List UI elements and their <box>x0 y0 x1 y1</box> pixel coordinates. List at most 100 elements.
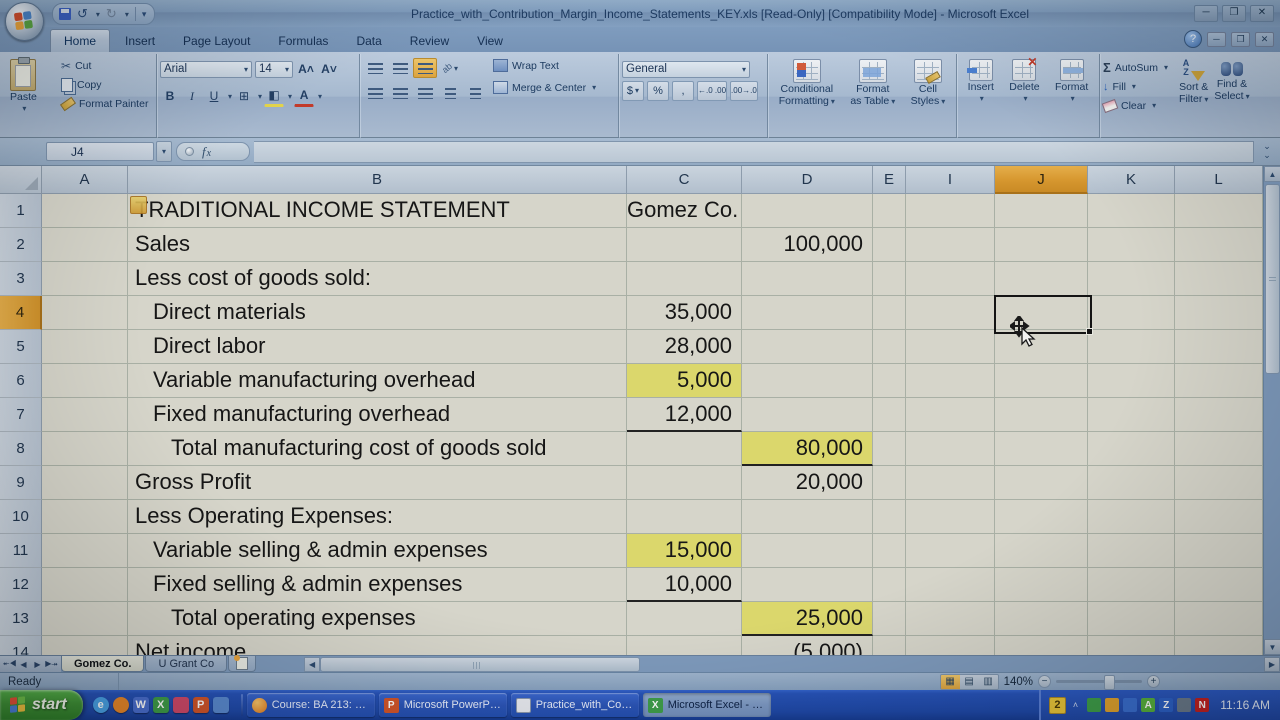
cell-K1[interactable] <box>1088 194 1175 228</box>
word-icon[interactable]: W <box>133 697 149 713</box>
cell-E9[interactable] <box>873 466 906 500</box>
cell-I1[interactable] <box>906 194 995 228</box>
conditional-formatting-button[interactable]: Conditional Formatting▾ <box>776 58 838 109</box>
volume-icon[interactable] <box>1177 698 1191 712</box>
cell-I9[interactable] <box>906 466 995 500</box>
taskbar-button-powerpoint[interactable]: PMicrosoft PowerPoint ... <box>379 693 507 717</box>
app-icon[interactable] <box>213 697 229 713</box>
row-header-8[interactable]: 8 <box>0 432 42 466</box>
cell-L14[interactable] <box>1175 636 1263 655</box>
cell-E13[interactable] <box>873 602 906 636</box>
cell-A11[interactable] <box>42 534 128 568</box>
cell-L5[interactable] <box>1175 330 1263 364</box>
cut-button[interactable]: ✂Cut <box>61 56 153 75</box>
cell-I14[interactable] <box>906 636 995 655</box>
orientation-button[interactable]: ab▾ <box>438 58 462 78</box>
row-header-7[interactable]: 7 <box>0 398 42 432</box>
tab-home[interactable]: Home <box>50 29 110 52</box>
undo-dropdown-icon[interactable]: ▾ <box>96 10 100 19</box>
align-left-button[interactable] <box>363 83 387 103</box>
row-header-1[interactable]: 1 <box>0 194 42 228</box>
column-header-E[interactable]: E <box>873 166 906 194</box>
insert-function-button[interactable]: fx <box>176 142 250 161</box>
cell-C4[interactable]: 35,000 <box>627 296 742 330</box>
cell-J12[interactable] <box>995 568 1088 602</box>
antivirus-a-icon[interactable]: A <box>1141 698 1155 712</box>
cell-A3[interactable] <box>42 262 128 296</box>
fill-color-button[interactable]: ◧ <box>264 85 284 107</box>
cell-C2[interactable] <box>627 228 742 262</box>
cell-C13[interactable] <box>627 602 742 636</box>
tab-review[interactable]: Review <box>397 30 462 52</box>
sheet-tab-gomez-co-[interactable]: Gomez Co. <box>61 656 144 672</box>
number-format-combo[interactable]: General▾ <box>622 61 750 78</box>
copy-button[interactable]: Copy <box>61 75 153 94</box>
zoom-in-icon[interactable]: + <box>1147 675 1160 688</box>
delete-cells-button[interactable]: Delete ▾ <box>1006 58 1042 106</box>
cell-E2[interactable] <box>873 228 906 262</box>
cell-C11[interactable]: 15,000 <box>627 534 742 568</box>
messenger-icon[interactable] <box>1087 698 1101 712</box>
paste-button[interactable]: Paste ▾ <box>7 58 40 116</box>
cell-L13[interactable] <box>1175 602 1263 636</box>
taskbar-button-firefox[interactable]: Course: BA 213: Man... <box>247 693 375 717</box>
close-button[interactable]: ✕ <box>1250 5 1274 22</box>
format-cells-button[interactable]: Format ▾ <box>1052 58 1091 106</box>
zoom-slider[interactable] <box>1056 680 1142 683</box>
cell-J5[interactable] <box>995 330 1088 364</box>
cell-C8[interactable] <box>627 432 742 466</box>
cell-J3[interactable] <box>995 262 1088 296</box>
percent-style-button[interactable]: % <box>647 81 669 101</box>
cell-A13[interactable] <box>42 602 128 636</box>
cell-L8[interactable] <box>1175 432 1263 466</box>
accounting-format-button[interactable]: $▾ <box>622 81 644 101</box>
scroll-up-icon[interactable]: ▲ <box>1264 166 1280 182</box>
office-button[interactable] <box>5 2 44 41</box>
cell-B1[interactable]: TRADITIONAL INCOME STATEMENT <box>128 194 627 228</box>
insert-cells-button[interactable]: Insert ▾ <box>965 58 997 106</box>
excel-icon[interactable]: X <box>153 697 169 713</box>
cell-A2[interactable] <box>42 228 128 262</box>
find-select-button[interactable]: Find & Select▾ <box>1211 58 1252 115</box>
cell-C5[interactable]: 28,000 <box>627 330 742 364</box>
cell-C12[interactable]: 10,000 <box>627 568 742 602</box>
formula-input[interactable] <box>254 141 1254 163</box>
row-header-14[interactable]: 14 <box>0 636 42 655</box>
increase-decimal-button[interactable]: ←.0 .00 <box>697 81 727 101</box>
cell-A9[interactable] <box>42 466 128 500</box>
cell-A6[interactable] <box>42 364 128 398</box>
last-sheet-icon[interactable]: ▶⯮ <box>45 659 58 669</box>
update-shield-icon[interactable] <box>1105 698 1119 712</box>
row-header-3[interactable]: 3 <box>0 262 42 296</box>
cell-E3[interactable] <box>873 262 906 296</box>
decrease-decimal-button[interactable]: .00→.0 <box>730 81 758 101</box>
decrease-indent-button[interactable] <box>438 83 462 103</box>
cell-J1[interactable] <box>995 194 1088 228</box>
cell-styles-button[interactable]: Cell Styles▾ <box>908 58 949 109</box>
cell-B13[interactable]: Total operating expenses <box>128 602 627 636</box>
font-color-button[interactable]: A <box>294 85 314 107</box>
cell-K13[interactable] <box>1088 602 1175 636</box>
column-header-C[interactable]: C <box>627 166 742 194</box>
zoom-slider-thumb[interactable] <box>1104 675 1115 690</box>
cell-B3[interactable]: Less cost of goods sold: <box>128 262 627 296</box>
cell-C9[interactable] <box>627 466 742 500</box>
cell-C6[interactable]: 5,000 <box>627 364 742 398</box>
cell-J2[interactable] <box>995 228 1088 262</box>
cell-L6[interactable] <box>1175 364 1263 398</box>
notification-badge[interactable]: 2 <box>1049 697 1066 714</box>
cell-E6[interactable] <box>873 364 906 398</box>
cell-C10[interactable] <box>627 500 742 534</box>
cell-I5[interactable] <box>906 330 995 364</box>
cell-A5[interactable] <box>42 330 128 364</box>
cell-D11[interactable] <box>742 534 873 568</box>
increase-indent-button[interactable] <box>463 83 487 103</box>
cell-D13[interactable]: 25,000 <box>742 602 873 636</box>
netware-n-icon[interactable]: N <box>1195 698 1209 712</box>
restore-button[interactable]: ❐ <box>1222 5 1246 22</box>
font-size-combo[interactable]: 14▾ <box>255 61 293 78</box>
normal-view-icon[interactable]: ▦ <box>941 675 960 689</box>
horizontal-scroll-thumb[interactable] <box>320 657 640 672</box>
name-box-dropdown-icon[interactable]: ▾ <box>156 141 172 162</box>
tray-expand-icon[interactable]: ˄ <box>1073 700 1078 710</box>
